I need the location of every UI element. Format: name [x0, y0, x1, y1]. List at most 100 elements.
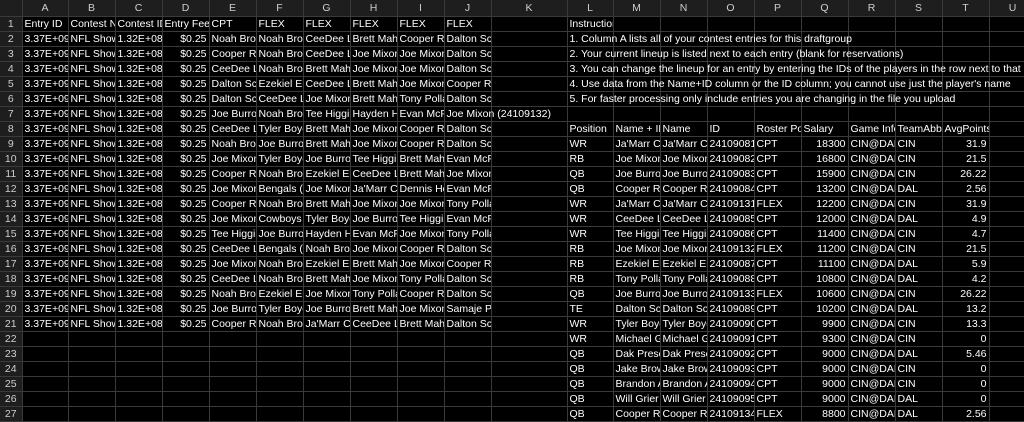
cell-b12[interactable]: NFL Show: [68, 181, 116, 197]
cell-j12[interactable]: Evan McPherson (24: [444, 181, 492, 197]
cell-i22[interactable]: [397, 331, 445, 347]
cell-i13[interactable]: Joe Mixon: [397, 196, 445, 212]
cell-r19[interactable]: CIN@DAL: [848, 286, 896, 302]
cell-r27[interactable]: CIN@DAL: [848, 406, 896, 422]
column-header-j[interactable]: J: [444, 0, 492, 17]
cell-t20[interactable]: 13.2: [942, 301, 990, 317]
cell-g23[interactable]: [303, 346, 351, 362]
cell-h10[interactable]: Tee Higgir: [350, 151, 398, 167]
cell-k21[interactable]: [491, 316, 568, 332]
cell-d6[interactable]: $0.25: [162, 91, 210, 107]
cell-e4[interactable]: CeeDee La: [209, 61, 257, 77]
cell-b27[interactable]: [68, 406, 116, 422]
cell-d25[interactable]: [162, 376, 210, 392]
cell-g19[interactable]: Joe Mixon: [303, 286, 351, 302]
cell-u21[interactable]: [989, 316, 1024, 332]
cell-a7[interactable]: 3.37E+09: [22, 106, 69, 122]
cell-r24[interactable]: CIN@DAL: [848, 361, 896, 377]
column-header-a[interactable]: A: [22, 0, 69, 17]
column-header-m[interactable]: M: [613, 0, 661, 17]
cell-f9[interactable]: Joe Burrov: [256, 136, 304, 152]
cell-p9[interactable]: CPT: [754, 136, 802, 152]
cell-c6[interactable]: 1.32E+08: [115, 91, 163, 107]
cell-d13[interactable]: $0.25: [162, 196, 210, 212]
cell-e8[interactable]: CeeDee La: [209, 121, 257, 137]
column-header-i[interactable]: I: [397, 0, 445, 17]
row-header[interactable]: 21: [0, 316, 23, 332]
cell-d5[interactable]: $0.25: [162, 76, 210, 92]
cell-q24[interactable]: 9000: [801, 361, 849, 377]
cell-n14[interactable]: CeeDee La: [660, 211, 708, 227]
cell-g18[interactable]: Brett Mah: [303, 271, 351, 287]
cell-q16[interactable]: 11200: [801, 241, 849, 257]
cell-k18[interactable]: [491, 271, 568, 287]
row-header[interactable]: 20: [0, 301, 23, 317]
cell-h15[interactable]: Evan McPl: [350, 226, 398, 242]
cell-j9[interactable]: Dalton Schultz (2410: [444, 136, 492, 152]
cell-j25[interactable]: [444, 376, 492, 392]
cell-t24[interactable]: 0: [942, 361, 990, 377]
cell-p26[interactable]: CPT: [754, 391, 802, 407]
cell-f4[interactable]: Noah Brov: [256, 61, 304, 77]
column-header-e[interactable]: E: [209, 0, 257, 17]
cell-f26[interactable]: [256, 391, 304, 407]
cell-b2[interactable]: NFL Show: [68, 31, 116, 47]
cell-o15[interactable]: 24109086: [707, 226, 755, 242]
cell-e19[interactable]: Noah Brov: [209, 286, 257, 302]
cell-o23[interactable]: 24109092: [707, 346, 755, 362]
cell-r15[interactable]: CIN@DAL: [848, 226, 896, 242]
cell-b3[interactable]: NFL Show: [68, 46, 116, 62]
cell-b24[interactable]: [68, 361, 116, 377]
cell-b18[interactable]: NFL Show: [68, 271, 116, 287]
cell-f25[interactable]: [256, 376, 304, 392]
cell-r10[interactable]: CIN@DAL: [848, 151, 896, 167]
cell-s16[interactable]: CIN: [895, 241, 943, 257]
cell-k23[interactable]: [491, 346, 568, 362]
cell-e27[interactable]: [209, 406, 257, 422]
cell-m14[interactable]: CeeDee La: [613, 211, 661, 227]
cell-m27[interactable]: Cooper Ru: [613, 406, 661, 422]
cell-p1[interactable]: [754, 16, 802, 32]
row-header[interactable]: 1: [0, 16, 23, 32]
cell-u1[interactable]: [989, 16, 1024, 32]
cell-s9[interactable]: CIN: [895, 136, 943, 152]
cell-n18[interactable]: Tony Polla: [660, 271, 708, 287]
cell-h8[interactable]: Joe Mixon: [350, 121, 398, 137]
cell-t26[interactable]: 0: [942, 391, 990, 407]
cell-o9[interactable]: 24109081: [707, 136, 755, 152]
cell-j3[interactable]: Dalton Schultz (2410: [444, 46, 492, 62]
cell-t13[interactable]: 31.9: [942, 196, 990, 212]
column-header-p[interactable]: P: [754, 0, 802, 17]
cell-b21[interactable]: NFL Show: [68, 316, 116, 332]
cell-m22[interactable]: Michael G: [613, 331, 661, 347]
cell-o17[interactable]: 24109087: [707, 256, 755, 272]
cell-u3[interactable]: [989, 46, 1024, 62]
row-header[interactable]: 8: [0, 121, 23, 137]
cell-j18[interactable]: Dalton Schultz (2410: [444, 271, 492, 287]
column-header-q[interactable]: Q: [801, 0, 849, 17]
cell-m19[interactable]: Joe Burrov: [613, 286, 661, 302]
cell-o18[interactable]: 24109088: [707, 271, 755, 287]
cell-d1[interactable]: Entry Fee: [162, 16, 210, 32]
cell-k8[interactable]: [491, 121, 568, 137]
cell-s27[interactable]: DAL: [895, 406, 943, 422]
cell-t12[interactable]: 2.56: [942, 181, 990, 197]
cell-p19[interactable]: FLEX: [754, 286, 802, 302]
cell-p20[interactable]: CPT: [754, 301, 802, 317]
cell-s17[interactable]: DAL: [895, 256, 943, 272]
cell-c3[interactable]: 1.32E+08: [115, 46, 163, 62]
cell-k27[interactable]: [491, 406, 568, 422]
cell-n15[interactable]: Tee Higgir: [660, 226, 708, 242]
cell-s14[interactable]: DAL: [895, 211, 943, 227]
cell-j21[interactable]: Dalton Schultz (2410: [444, 316, 492, 332]
cell-b22[interactable]: [68, 331, 116, 347]
cell-l20[interactable]: TE: [567, 301, 614, 317]
cell-c15[interactable]: 1.32E+08: [115, 226, 163, 242]
cell-g24[interactable]: [303, 361, 351, 377]
cell-a24[interactable]: [22, 361, 69, 377]
row-header[interactable]: 22: [0, 331, 23, 347]
cell-n10[interactable]: Joe Mixon: [660, 151, 708, 167]
cell-g5[interactable]: CeeDee La: [303, 76, 351, 92]
cell-p14[interactable]: CPT: [754, 211, 802, 227]
cell-u22[interactable]: [989, 331, 1024, 347]
